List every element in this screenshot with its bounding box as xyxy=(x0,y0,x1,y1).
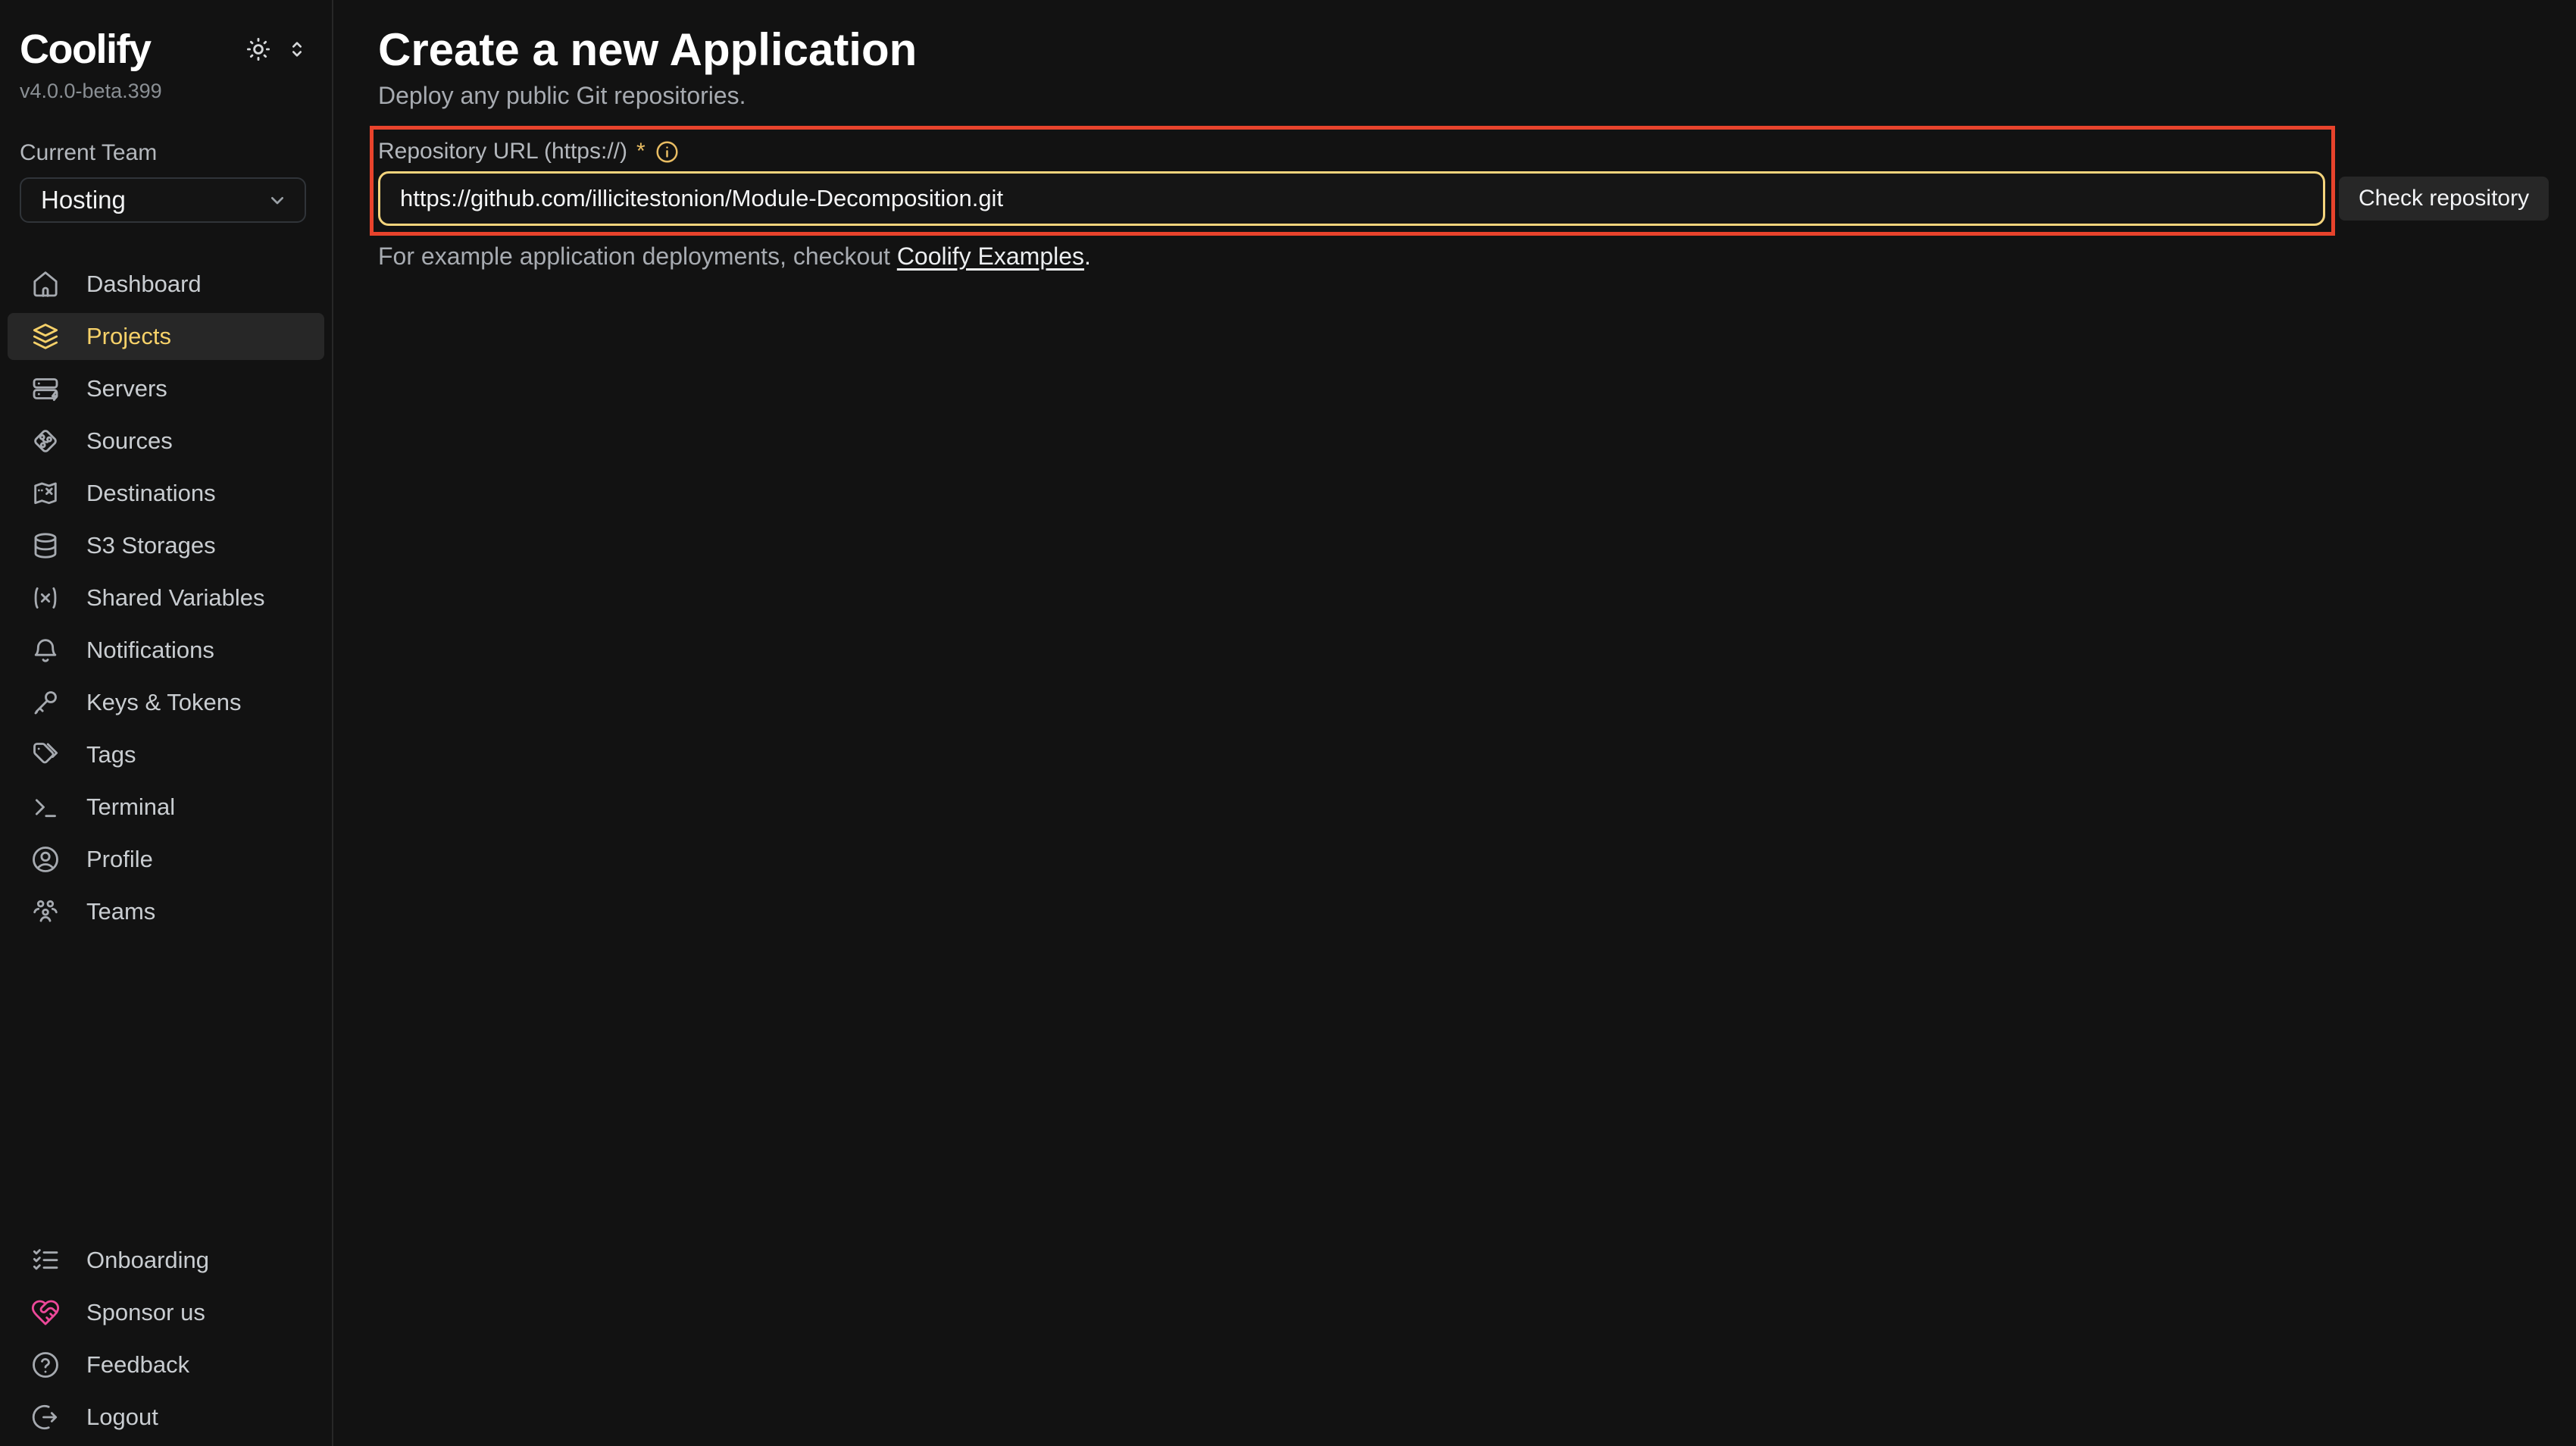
user-circle-icon xyxy=(30,844,61,875)
key-icon xyxy=(30,687,61,718)
sidebar-item-profile[interactable]: Profile xyxy=(8,836,324,883)
tags-icon xyxy=(30,740,61,770)
required-marker: * xyxy=(636,139,646,164)
home-icon xyxy=(30,269,61,299)
terminal-icon xyxy=(30,792,61,822)
info-icon[interactable] xyxy=(655,139,680,164)
sidebar-item-label: Sources xyxy=(86,427,173,455)
sidebar-item-label: Shared Variables xyxy=(86,584,265,612)
heart-handshake-icon xyxy=(30,1297,61,1328)
help-circle-icon xyxy=(30,1350,61,1380)
sidebar-item-label: Projects xyxy=(86,323,171,350)
page-title: Create a new Application xyxy=(378,23,2576,77)
logout-icon xyxy=(30,1402,61,1432)
app-version: v4.0.0-beta.399 xyxy=(20,79,309,103)
sidebar-item-label: Tags xyxy=(86,741,136,768)
sidebar-item-label: Notifications xyxy=(86,637,214,664)
variable-icon xyxy=(30,583,61,613)
sidebar-item-onboarding[interactable]: Onboarding xyxy=(8,1237,324,1284)
checklist-icon xyxy=(30,1245,61,1275)
sidebar-footer-nav: Onboarding Sponsor us Feedback Logout xyxy=(0,1232,332,1446)
repo-input-row: Check repository xyxy=(378,171,2576,226)
sidebar-item-logout[interactable]: Logout xyxy=(8,1394,324,1441)
bell-icon xyxy=(30,635,61,665)
sidebar-header: Coolify v4.0.0-beta.399 xyxy=(0,0,332,103)
sidebar-item-feedback[interactable]: Feedback xyxy=(8,1341,324,1388)
sidebar-item-label: Profile xyxy=(86,846,153,873)
sidebar-item-label: Terminal xyxy=(86,793,175,821)
git-source-icon xyxy=(30,426,61,456)
check-repository-button[interactable]: Check repository xyxy=(2339,177,2549,221)
repository-url-input[interactable] xyxy=(378,171,2325,226)
sidebar-item-sponsor-us[interactable]: Sponsor us xyxy=(8,1289,324,1336)
sidebar-item-label: Onboarding xyxy=(86,1247,209,1274)
sidebar-item-terminal[interactable]: Terminal xyxy=(8,784,324,831)
sidebar-item-projects[interactable]: Projects xyxy=(8,313,324,360)
database-icon xyxy=(30,531,61,561)
app-logo: Coolify xyxy=(20,26,151,73)
sidebar-item-s3-storages[interactable]: S3 Storages xyxy=(8,522,324,569)
page-subtitle: Deploy any public Git repositories. xyxy=(378,79,2576,112)
sidebar-item-notifications[interactable]: Notifications xyxy=(8,627,324,674)
sidebar-item-teams[interactable]: Teams xyxy=(8,888,324,935)
helper-prefix: For example application deployments, che… xyxy=(378,243,897,270)
sidebar-item-label: Feedback xyxy=(86,1351,189,1379)
sidebar-nav: Dashboard Projects Servers Sources Desti… xyxy=(0,261,332,935)
sidebar-item-label: S3 Storages xyxy=(86,532,216,559)
team-switcher: Current Team Hosting xyxy=(0,138,332,223)
sidebar-item-keys-tokens[interactable]: Keys & Tokens xyxy=(8,679,324,726)
coolify-app: { "app": { "name": "Coolify", "version":… xyxy=(0,0,2576,1446)
repo-url-label: Repository URL (https://) xyxy=(378,139,627,164)
sidebar-item-tags[interactable]: Tags xyxy=(8,731,324,778)
users-icon xyxy=(30,897,61,927)
sidebar-item-dashboard[interactable]: Dashboard xyxy=(8,261,324,308)
sidebar-item-label: Servers xyxy=(86,375,167,402)
repo-url-label-row: Repository URL (https://) * xyxy=(378,136,2576,167)
theme-toggle-sun-icon[interactable] xyxy=(244,35,273,64)
sidebar-item-destinations[interactable]: Destinations xyxy=(8,470,324,517)
sidebar-item-label: Destinations xyxy=(86,480,216,507)
map-icon xyxy=(30,478,61,509)
sidebar: Coolify v4.0.0-beta.399 Current Team xyxy=(0,0,333,1446)
sidebar-item-label: Dashboard xyxy=(86,271,202,298)
sidebar-item-sources[interactable]: Sources xyxy=(8,418,324,465)
instance-switcher-chevrons-icon[interactable] xyxy=(285,37,309,61)
sidebar-item-label: Sponsor us xyxy=(86,1299,205,1326)
current-team-label: Current Team xyxy=(20,138,306,168)
coolify-examples-link[interactable]: Coolify Examples xyxy=(897,243,1084,270)
sidebar-item-label: Keys & Tokens xyxy=(86,689,241,716)
chevron-down-icon xyxy=(265,188,289,212)
sidebar-item-shared-variables[interactable]: Shared Variables xyxy=(8,574,324,621)
team-select-value: Hosting xyxy=(41,186,126,214)
sidebar-item-label: Teams xyxy=(86,898,155,925)
main-content: Create a new Application Deploy any publ… xyxy=(335,0,2576,1446)
sidebar-item-servers[interactable]: Servers xyxy=(8,365,324,412)
helper-text: For example application deployments, che… xyxy=(378,241,2576,271)
helper-suffix: . xyxy=(1084,243,1091,270)
sidebar-item-label: Logout xyxy=(86,1404,158,1431)
team-select[interactable]: Hosting xyxy=(20,177,306,223)
server-icon xyxy=(30,374,61,404)
layers-icon xyxy=(30,321,61,352)
